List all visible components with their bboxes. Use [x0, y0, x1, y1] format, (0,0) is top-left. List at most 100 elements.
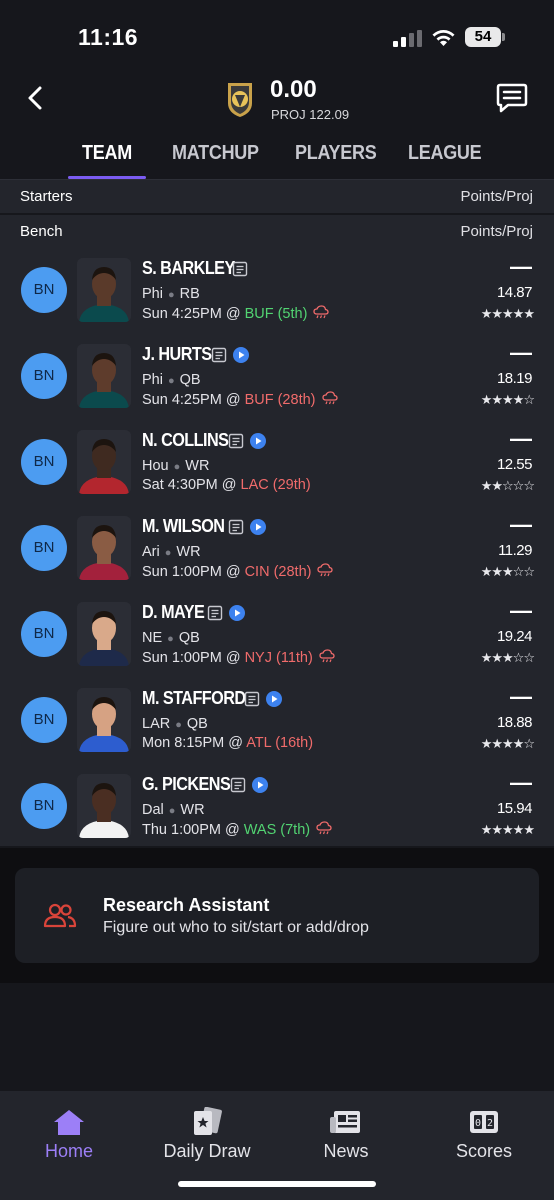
player-avatar-icon: [77, 258, 131, 322]
player-name[interactable]: G. PICKENS: [142, 774, 231, 795]
notes-icon[interactable]: [230, 777, 246, 793]
player-row[interactable]: BN M. STAFFORD LAR ● QB Mon 8:15PM @ ATL (16t…: [0, 678, 554, 764]
notes-icon[interactable]: [211, 347, 227, 363]
slot-badge[interactable]: BN: [21, 783, 67, 829]
chat-icon[interactable]: [495, 80, 529, 114]
daily-draw-icon: [194, 1107, 222, 1135]
player-rating-stars: ★★★☆☆: [480, 564, 535, 579]
notes-icon[interactable]: [207, 605, 223, 621]
research-assistant-card[interactable]: Research Assistant Figure out who to sit…: [15, 868, 539, 963]
player-points: —: [510, 512, 532, 537]
opponent-rank: BUF (5th): [244, 306, 308, 322]
player-headshot[interactable]: [77, 774, 131, 838]
video-play-icon[interactable]: [250, 433, 266, 449]
player-rating-stars: ★★★★★: [480, 822, 535, 837]
home-indicator: [178, 1181, 376, 1187]
notes-icon[interactable]: [232, 261, 248, 277]
video-play-icon[interactable]: [266, 691, 282, 707]
status-bar: 11:16 54: [0, 0, 554, 70]
notes-icon[interactable]: [228, 519, 244, 535]
player-headshot[interactable]: [77, 344, 131, 408]
rain-weather-icon[interactable]: [319, 649, 335, 663]
wifi-icon: [432, 30, 455, 46]
player-projection: 14.87: [496, 284, 533, 301]
video-play-icon[interactable]: [252, 777, 268, 793]
slot-badge[interactable]: BN: [21, 439, 67, 485]
player-name[interactable]: D. MAYE: [142, 602, 205, 623]
active-tab-indicator: [68, 176, 146, 179]
game-info: Sun 1:00PM @ CIN (28th): [142, 563, 334, 580]
player-headshot[interactable]: [77, 258, 131, 322]
slot-badge[interactable]: BN: [21, 525, 67, 571]
player-name[interactable]: M. WILSON: [142, 516, 225, 537]
player-position: RB: [179, 286, 200, 302]
player-headshot[interactable]: [77, 430, 131, 494]
player-projection: 18.19: [496, 370, 533, 387]
slot-badge[interactable]: BN: [21, 611, 67, 657]
starters-header: Starters Points/Proj: [0, 180, 554, 213]
player-row[interactable]: BN J. HURTS Phi ● QB Sun 4:25PM @ BUF (28th) —…: [0, 334, 554, 420]
battery-icon: 54: [465, 27, 505, 47]
nav-scores[interactable]: 0 2 Scores: [415, 1091, 553, 1171]
bench-points-label: Points/Proj: [460, 223, 533, 240]
game-time: Sun 4:25PM @: [142, 306, 245, 322]
player-row[interactable]: BN D. MAYE NE ● QB Sun 1:00PM @ NYJ (11th) — 19…: [0, 592, 554, 678]
game-time: Sat 4:30PM @: [142, 477, 241, 493]
player-points: —: [510, 340, 532, 365]
player-team: NE: [142, 630, 163, 646]
game-time: Sun 1:00PM @: [142, 564, 245, 580]
player-name[interactable]: M. STAFFORD: [142, 688, 246, 709]
player-name[interactable]: S. BARKLEY: [142, 258, 235, 279]
back-chevron-icon[interactable]: [24, 84, 48, 112]
nav-news[interactable]: News: [277, 1091, 415, 1171]
video-play-icon[interactable]: [250, 519, 266, 535]
player-points: —: [510, 426, 532, 451]
team-logo-icon: [228, 83, 252, 117]
tab-players[interactable]: PLAYERS: [295, 142, 377, 165]
team-score: 0.00: [270, 76, 317, 103]
slot-badge[interactable]: BN: [21, 353, 67, 399]
player-rating-stars: ★★★★★: [480, 306, 535, 321]
player-team-position: Ari ● WR: [142, 544, 201, 560]
player-headshot[interactable]: [77, 602, 131, 666]
rain-weather-icon[interactable]: [317, 563, 334, 577]
rain-weather-icon[interactable]: [316, 821, 332, 835]
player-name[interactable]: J. HURTS: [142, 344, 212, 365]
slot-badge[interactable]: BN: [21, 697, 67, 743]
player-row[interactable]: BN S. BARKLEY Phi ● RB Sun 4:25PM @ BUF (5th)…: [0, 248, 554, 334]
team-projection: PROJ 122.09: [271, 107, 350, 122]
notes-icon[interactable]: [228, 433, 244, 449]
opponent-rank: ATL (16th): [246, 735, 314, 751]
player-position: WR: [185, 458, 210, 474]
player-position: WR: [180, 802, 205, 818]
rain-weather-icon[interactable]: [321, 391, 338, 405]
player-avatar-icon: [77, 602, 131, 666]
player-headshot[interactable]: [77, 688, 131, 752]
research-title: Research Assistant: [103, 895, 270, 915]
player-points: —: [510, 770, 532, 795]
tab-matchup[interactable]: MATCHUP: [172, 142, 259, 165]
player-row[interactable]: BN M. WILSON Ari ● WR Sun 1:00PM @ CIN (28th)…: [0, 506, 554, 592]
starters-points-label: Points/Proj: [460, 188, 533, 205]
player-row[interactable]: BN G. PICKENS Dal ● WR Thu 1:00PM @ WAS (7th)…: [0, 764, 554, 850]
nav-daily-draw[interactable]: Daily Draw: [138, 1091, 276, 1171]
player-points: —: [510, 598, 532, 623]
notes-icon[interactable]: [244, 691, 260, 707]
player-row[interactable]: BN N. COLLINS Hou ● WR Sat 4:30PM @ LAC (29th…: [0, 420, 554, 506]
nav-home[interactable]: Home: [0, 1091, 138, 1171]
opponent-rank: NYJ (11th): [244, 650, 313, 666]
nav-home-label: Home: [44, 1141, 93, 1161]
tab-league[interactable]: LEAGUE: [408, 142, 482, 165]
player-headshot[interactable]: [77, 516, 131, 580]
bench-label: Bench: [20, 223, 63, 240]
player-team-position: Phi ● QB: [142, 372, 201, 388]
video-play-icon[interactable]: [233, 347, 249, 363]
player-name[interactable]: N. COLLINS: [142, 430, 229, 451]
video-play-icon[interactable]: [229, 605, 245, 621]
player-team: Hou: [142, 458, 169, 474]
rain-weather-icon[interactable]: [313, 305, 330, 319]
tab-team[interactable]: TEAM: [82, 142, 132, 165]
player-team-position: Hou ● WR: [142, 458, 210, 474]
player-team-position: NE ● QB: [142, 630, 200, 646]
slot-badge[interactable]: BN: [21, 267, 67, 313]
